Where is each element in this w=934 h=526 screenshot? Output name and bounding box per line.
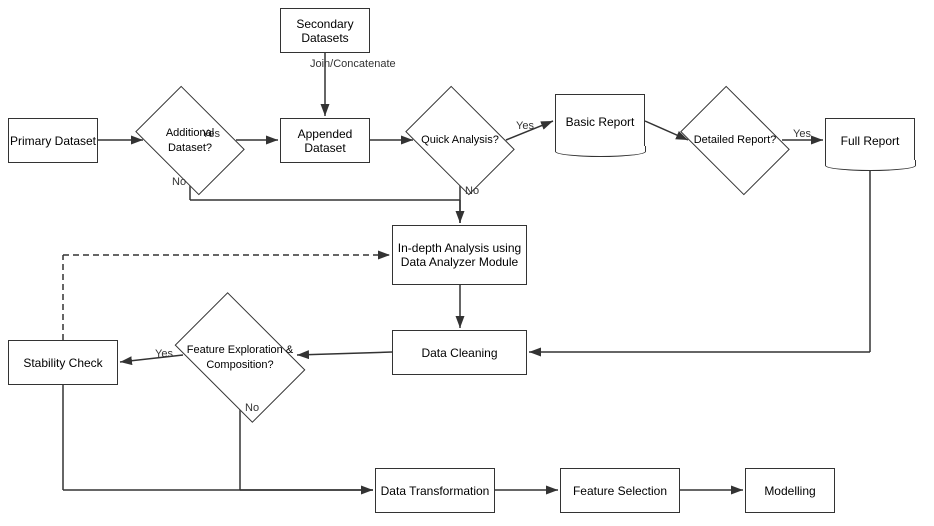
- secondary-datasets-node: Secondary Datasets: [280, 8, 370, 53]
- label-no-additional: No: [172, 176, 186, 188]
- appended-dataset-label: Appended Dataset: [281, 127, 369, 155]
- appended-dataset-node: Appended Dataset: [280, 118, 370, 163]
- label-no-quick: No: [465, 185, 479, 197]
- feature-selection-node: Feature Selection: [560, 468, 680, 513]
- additional-dataset-node: Additional Dataset?: [145, 108, 235, 173]
- indepth-analysis-node: In-depth Analysis using Data Analyzer Mo…: [392, 225, 527, 285]
- label-yes-quick: Yes: [516, 120, 534, 132]
- indepth-analysis-label: In-depth Analysis using Data Analyzer Mo…: [393, 241, 526, 269]
- modelling-node: Modelling: [745, 468, 835, 513]
- label-no-feature: No: [245, 402, 259, 414]
- feature-exploration-label: Feature Exploration & Composition?: [185, 343, 295, 372]
- full-report-label: Full Report: [841, 134, 900, 148]
- modelling-label: Modelling: [764, 484, 815, 498]
- label-yes-detailed: Yes: [793, 128, 811, 140]
- label-yes-feature: Yes: [155, 348, 173, 360]
- stability-check-node: Stability Check: [8, 340, 118, 385]
- primary-dataset-label: Primary Dataset: [10, 134, 96, 148]
- basic-report-label: Basic Report: [566, 115, 635, 129]
- feature-selection-label: Feature Selection: [573, 484, 667, 498]
- quick-analysis-node: Quick Analysis?: [415, 108, 505, 173]
- data-cleaning-label: Data Cleaning: [421, 346, 497, 360]
- additional-dataset-label: Additional Dataset?: [145, 126, 235, 155]
- primary-dataset-node: Primary Dataset: [8, 118, 98, 163]
- feature-exploration-node: Feature Exploration & Composition?: [185, 320, 295, 395]
- quick-analysis-label: Quick Analysis?: [421, 133, 499, 147]
- flowchart-diagram: Primary Dataset Additional Dataset? Seco…: [0, 0, 934, 526]
- detailed-report-node: Detailed Report?: [690, 108, 780, 173]
- label-join-concatenate: Join/Concatenate: [310, 58, 396, 70]
- data-cleaning-node: Data Cleaning: [392, 330, 527, 375]
- detailed-report-label: Detailed Report?: [694, 133, 777, 147]
- secondary-datasets-label: Secondary Datasets: [281, 17, 369, 45]
- data-transformation-node: Data Transformation: [375, 468, 495, 513]
- data-transformation-label: Data Transformation: [381, 484, 490, 498]
- basic-report-node: Basic Report: [555, 94, 645, 149]
- stability-check-label: Stability Check: [23, 356, 102, 370]
- full-report-node: Full Report: [825, 118, 915, 163]
